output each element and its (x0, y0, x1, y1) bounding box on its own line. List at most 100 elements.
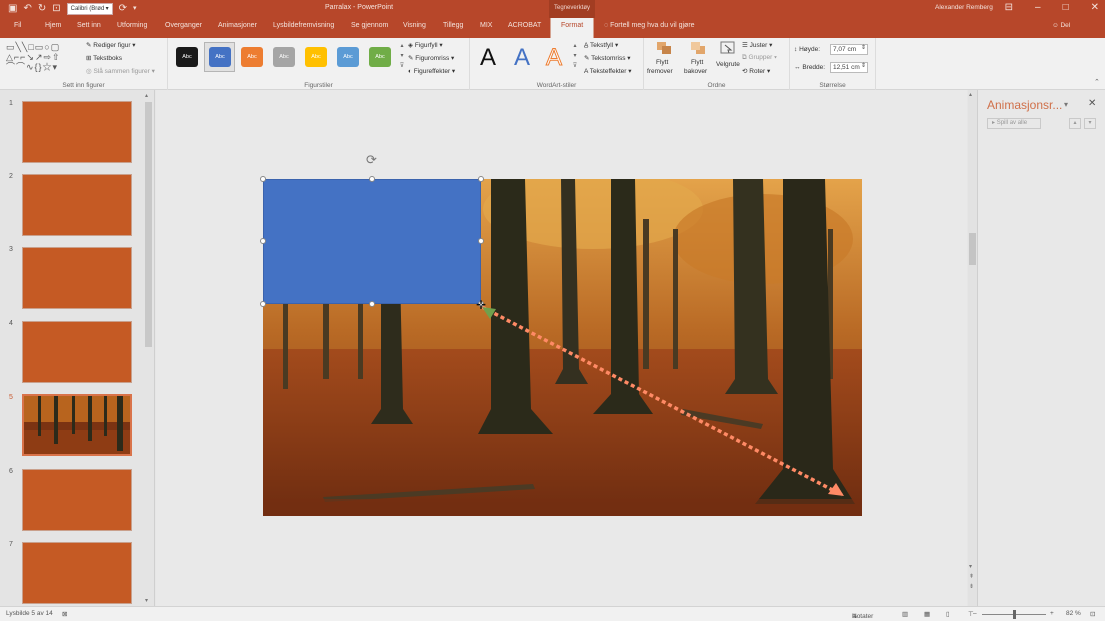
scroll-up-icon[interactable]: ▴ (969, 91, 972, 98)
maximize-icon[interactable]: □ (1063, 2, 1069, 13)
slide-thumbnail-1[interactable] (22, 101, 132, 163)
thumbnail-scrollbar[interactable]: ▴ ▾ (144, 92, 153, 604)
resize-handle-top-right[interactable] (478, 176, 484, 182)
shape-style-preset-5[interactable]: Abc (305, 47, 327, 67)
collapse-ribbon-icon[interactable]: ⌃ (1094, 78, 1100, 86)
merge-shapes-button[interactable]: ◎ Slå sammen figurer ▾ (86, 67, 155, 75)
previous-slide-icon[interactable]: ▾ (969, 563, 972, 570)
move-down-button[interactable]: ▾ (1084, 118, 1096, 129)
tab-review[interactable]: Se gjennom (351, 22, 388, 29)
slide-thumbnail-7[interactable] (22, 542, 132, 604)
slide-vertical-scrollbar[interactable]: ▴ ▾ ⇞ ⇟ (968, 90, 977, 606)
normal-view-icon[interactable]: ▥ (902, 610, 908, 618)
tab-acrobat[interactable]: ACROBAT (508, 22, 541, 29)
rotation-handle-icon[interactable]: ⟳ (366, 152, 377, 168)
redo-icon[interactable]: ↻ (38, 2, 46, 15)
wordart-style-orange[interactable]: A (545, 44, 562, 72)
motion-path-arrow[interactable] (470, 295, 860, 505)
width-input[interactable]: 12,51 cm ⇕ (830, 62, 868, 73)
textbox-button[interactable]: ⊞ Tekstboks (86, 54, 122, 62)
slide-thumbnail-2[interactable] (22, 174, 132, 236)
slide-sorter-icon[interactable]: ▦ (924, 610, 930, 618)
zoom-out-icon[interactable]: – (973, 610, 977, 617)
wordart-style-black[interactable]: A (480, 44, 496, 72)
bring-forward-label-2[interactable]: fremover (647, 68, 673, 75)
spinner-icon[interactable]: ⇕ (861, 44, 866, 53)
zoom-in-icon[interactable]: + (1050, 610, 1054, 617)
shape-style-preset-7[interactable]: Abc (369, 47, 391, 67)
send-backward-label-2[interactable]: bakover (684, 68, 707, 75)
tab-file[interactable]: Fil (14, 22, 21, 29)
height-input[interactable]: 7,07 cm ⇕ (830, 44, 868, 55)
shape-style-preset-1[interactable]: Abc (176, 47, 198, 67)
thumbnail-scroll-thumb[interactable] (145, 102, 152, 347)
minimize-icon[interactable]: – (1035, 2, 1041, 13)
save-icon[interactable]: ▣ (8, 2, 17, 15)
rotate-button[interactable]: ⟲ Roter ▾ (742, 67, 770, 75)
resize-handle-bottom-left[interactable] (260, 301, 266, 307)
customize-toolbar-icon[interactable]: ▾ (133, 2, 137, 15)
tab-animations[interactable]: Animasjoner (218, 22, 257, 29)
group-button[interactable]: ⧉ Grupper ▾ (742, 54, 777, 62)
align-button[interactable]: ☰ Juster ▾ (742, 41, 772, 49)
shape-style-preset-6[interactable]: Abc (337, 47, 359, 67)
scroll-up-icon[interactable]: ▴ (145, 92, 148, 99)
touch-mode-icon[interactable]: ⟳ (119, 2, 127, 15)
shape-style-preset-4[interactable]: Abc (273, 47, 295, 67)
pane-options-icon[interactable]: ▾ (1064, 100, 1068, 109)
text-fill-button[interactable]: A̲ Tekstfyll ▾ (584, 41, 618, 49)
slide-thumbnail-4[interactable] (22, 321, 132, 383)
shape-fill-button[interactable]: ◈ Figurfyll ▾ (408, 41, 443, 49)
bring-forward-icon[interactable] (656, 41, 672, 55)
resize-handle-right[interactable] (478, 238, 484, 244)
wordart-style-blue[interactable]: A (514, 44, 530, 72)
ribbon-options-icon[interactable]: ⊟ (1005, 2, 1013, 13)
close-icon[interactable]: ✕ (1091, 2, 1099, 13)
text-outline-button[interactable]: ✎ Tekstomriss ▾ (584, 54, 631, 62)
spinner-icon[interactable]: ⇕ (861, 62, 866, 71)
resize-handle-bottom[interactable] (369, 301, 375, 307)
undo-icon[interactable]: ↶ (23, 2, 31, 15)
bring-forward-label-1[interactable]: Flytt (656, 59, 668, 66)
tab-addins[interactable]: Tillegg (443, 22, 463, 29)
tab-format[interactable]: Format (550, 18, 595, 38)
tab-home[interactable]: Hjem (45, 22, 61, 29)
user-name[interactable]: Alexander Remberg (935, 4, 993, 11)
tab-slideshow[interactable]: Lysbildefremvisning (273, 22, 334, 29)
edit-shape-button[interactable]: ✎ Rediger figur ▾ (86, 41, 136, 49)
move-up-button[interactable]: ▴ (1069, 118, 1081, 129)
shape-style-preset-2[interactable]: Abc (209, 47, 231, 67)
tab-design[interactable]: Utforming (117, 22, 147, 29)
fit-to-window-icon[interactable]: ⊡ (1090, 610, 1095, 618)
styles-gallery-scroll[interactable]: ▴ ▾ ⊽ (398, 41, 406, 71)
zoom-slider-thumb[interactable] (1013, 610, 1016, 619)
tab-transitions[interactable]: Overganger (165, 22, 202, 29)
play-all-button[interactable]: ▸ Spill av alle (987, 118, 1041, 129)
shape-effects-button[interactable]: ◐ Figureffekter ▾ (408, 67, 455, 75)
tell-me-search[interactable]: ◌ Fortell meg hva du vil gjøre (604, 22, 695, 29)
text-effects-button[interactable]: A Teksteffekter ▾ (584, 67, 632, 75)
tab-view[interactable]: Visning (403, 22, 426, 29)
shapes-gallery[interactable]: ▭╲╲□▭○▢ △⌐⌐↘↗⇨⇧ ⌒⌒∿{}☆▾ (6, 42, 80, 72)
send-backward-label-1[interactable]: Flytt (691, 59, 703, 66)
shape-style-preset-3[interactable]: Abc (241, 47, 263, 67)
selection-pane-icon[interactable] (720, 41, 736, 55)
present-icon[interactable]: ⊡ (52, 2, 60, 15)
previous-slide-icon[interactable]: ⇞ (969, 573, 974, 580)
resize-handle-top[interactable] (369, 176, 375, 182)
wordart-gallery-scroll[interactable]: ▴ ▾ ⊽ (571, 41, 579, 71)
close-pane-icon[interactable]: ✕ (1088, 98, 1096, 109)
slide-thumbnail-6[interactable] (22, 469, 132, 531)
tab-insert[interactable]: Sett inn (77, 22, 101, 29)
shape-outline-button[interactable]: ✎ Figuromriss ▾ (408, 54, 454, 62)
share-button[interactable]: ☺ Del (1052, 22, 1070, 29)
slide-thumbnail-3[interactable] (22, 247, 132, 309)
resize-handle-top-left[interactable] (260, 176, 266, 182)
selected-blue-rectangle[interactable] (263, 179, 481, 304)
selection-pane-label[interactable]: Velgrute (716, 61, 740, 68)
reading-view-icon[interactable]: ▯ (946, 610, 950, 618)
spellcheck-icon[interactable]: ⊠ (62, 610, 67, 618)
next-slide-icon[interactable]: ⇟ (969, 583, 974, 590)
slide-thumbnail-5[interactable] (22, 394, 132, 456)
send-backward-icon[interactable] (690, 41, 706, 55)
